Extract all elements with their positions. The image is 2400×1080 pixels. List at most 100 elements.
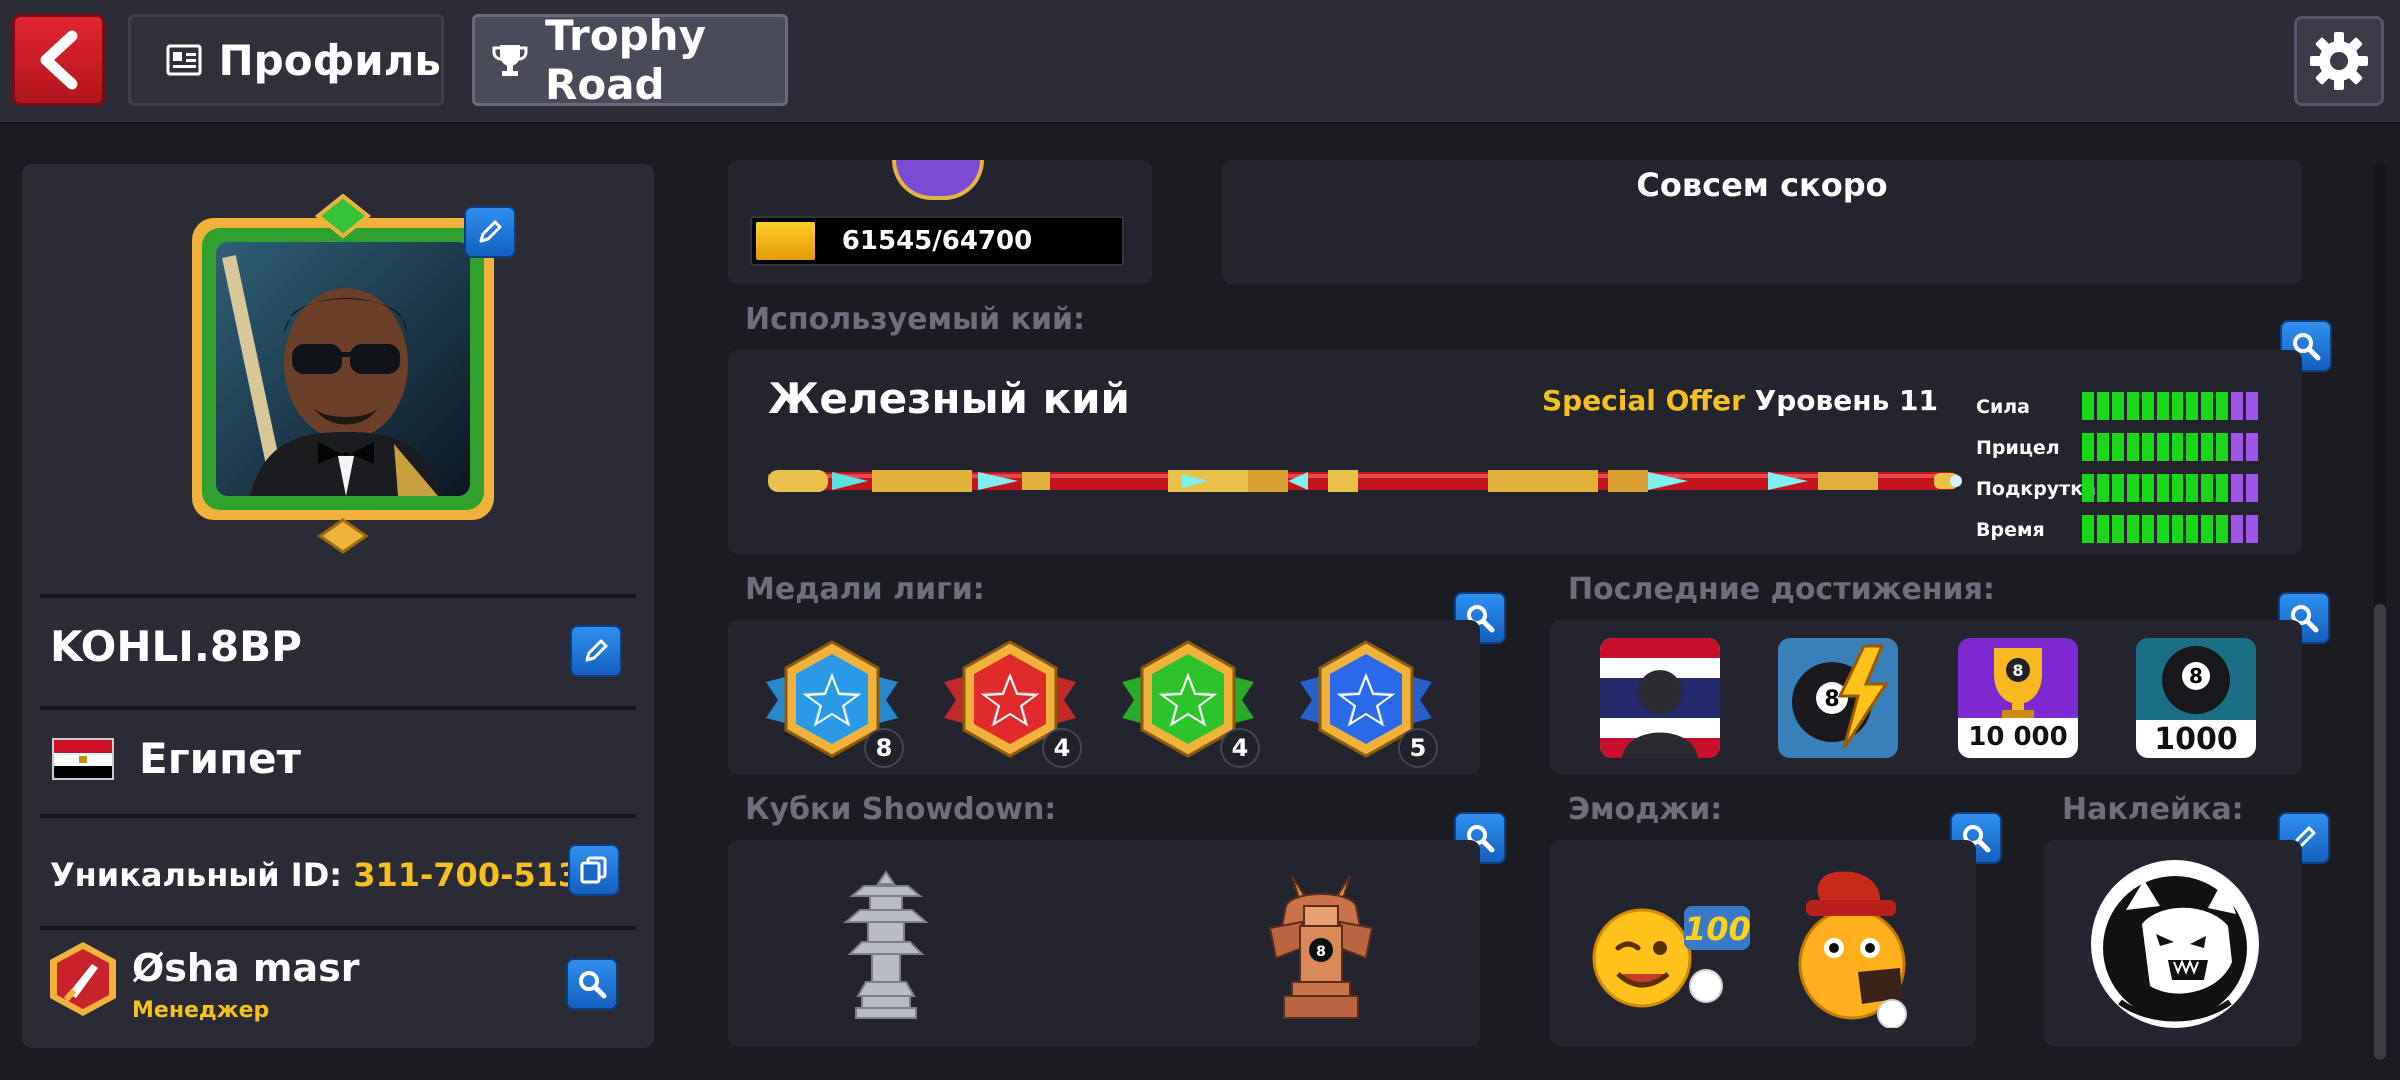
- samurai-trophy-icon[interactable]: 8: [1262, 872, 1380, 1022]
- stat-segment: [2156, 433, 2169, 461]
- stat-label: Подкрутка: [1976, 478, 2096, 500]
- stat-label: Время: [1976, 519, 2045, 541]
- username: KOHLI.8BP: [50, 622, 302, 671]
- stat-segment: [2171, 474, 2184, 502]
- stat-segment: [2141, 392, 2154, 420]
- profile-panel: KOHLI.8BP Египет Уникальный ID: 311-700-…: [22, 164, 654, 1048]
- tab-trophy-road[interactable]: Trophy Road: [472, 11, 788, 109]
- achievement-8-ball[interactable]: 8 1000: [2136, 638, 2256, 758]
- stat-segment-bonus: [2246, 433, 2259, 461]
- top-bar: Профиль Trophy Road: [0, 0, 2400, 124]
- stat-bar: [2082, 515, 2259, 543]
- tab-profile[interactable]: Профиль: [128, 14, 444, 106]
- stat-segment: [2082, 515, 2094, 543]
- club-emblem-icon: [48, 940, 118, 1022]
- back-arrow-icon: [40, 30, 77, 90]
- stat-segment: [2141, 474, 2154, 502]
- achievement-trophy-label: 10 000: [1968, 722, 2068, 752]
- gear-icon: [2310, 32, 2368, 90]
- achievement-thailand-flag-avatar[interactable]: [1600, 638, 1720, 758]
- medals-section-label: Медали лиги:: [745, 572, 985, 607]
- stat-segment: [2201, 392, 2214, 420]
- stat-bar: [2082, 392, 2259, 420]
- stat-segment: [2111, 392, 2124, 420]
- magnifier-icon: [579, 971, 607, 999]
- svg-text:8: 8: [2189, 664, 2203, 688]
- stat-segment: [2111, 433, 2124, 461]
- level-card: 61545/64700: [728, 160, 1152, 284]
- club-role: Менеджер: [132, 998, 270, 1023]
- divider: [40, 926, 636, 930]
- tab-trophy-road-label: Trophy Road: [545, 11, 706, 109]
- settings-button[interactable]: [2294, 16, 2384, 106]
- cue-card[interactable]: Железный кий Special Offer Уровень 11: [728, 350, 2302, 554]
- medal-count-badge: 8: [864, 728, 904, 768]
- club-name[interactable]: Øsha masr: [132, 946, 359, 990]
- stat-segment: [2096, 433, 2109, 461]
- scrollbar-thumb[interactable]: [2374, 604, 2386, 1060]
- stat-segment: [2171, 515, 2184, 543]
- coming-soon-card: Совсем скоро: [1222, 160, 2302, 284]
- svg-text:8: 8: [1316, 944, 1326, 960]
- pencil-icon: [479, 220, 502, 243]
- view-club-button[interactable]: [566, 958, 618, 1010]
- stat-bar: [2082, 474, 2259, 502]
- stat-segment: [2126, 392, 2139, 420]
- stat-segment: [2082, 433, 2094, 461]
- stat-segment: [2216, 392, 2229, 420]
- stat-segment: [2186, 515, 2199, 543]
- stat-segment: [2096, 392, 2109, 420]
- stat-segment-bonus: [2231, 433, 2244, 461]
- emoji-100-label: 100: [1684, 910, 1751, 948]
- stat-segment-bonus: [2246, 474, 2259, 502]
- stat-segment: [2141, 515, 2154, 543]
- stat-segment: [2216, 474, 2229, 502]
- medal-count-badge: 5: [1398, 728, 1438, 768]
- stat-segment: [2201, 474, 2214, 502]
- emoji-100-icon[interactable]: 100: [1588, 892, 1752, 1012]
- egypt-flag-icon: [52, 738, 114, 780]
- svg-text:8: 8: [1824, 687, 1839, 712]
- pagoda-trophy-icon[interactable]: [838, 870, 934, 1020]
- edit-avatar-button[interactable]: [464, 206, 516, 258]
- stat-segment: [2186, 392, 2199, 420]
- emoji-bomb-icon[interactable]: [1784, 868, 1924, 1028]
- divider: [40, 814, 636, 818]
- unique-id-label: Уникальный ID:: [50, 856, 343, 894]
- edit-username-button[interactable]: [570, 625, 622, 677]
- stat-label: Сила: [1976, 396, 2030, 418]
- country-name: Египет: [139, 734, 301, 783]
- panther-sticker-icon[interactable]: [2090, 852, 2260, 1034]
- copy-id-button[interactable]: [568, 844, 620, 896]
- cue-name: Железный кий: [768, 374, 1130, 423]
- level-badge-icon: [892, 160, 984, 200]
- stat-segment: [2216, 515, 2229, 543]
- back-button[interactable]: [12, 14, 105, 106]
- stat-segment: [2171, 392, 2184, 420]
- xp-bar: 61545/64700: [750, 216, 1124, 266]
- stat-segment: [2082, 392, 2094, 420]
- trophy-icon: [491, 41, 529, 79]
- stat-segment: [2201, 515, 2214, 543]
- stat-segment-bonus: [2231, 474, 2244, 502]
- copy-icon: [580, 856, 607, 884]
- stat-segment: [2111, 474, 2124, 502]
- sticker-section-label: Наклейка:: [2062, 792, 2244, 827]
- stat-segment: [2111, 515, 2124, 543]
- pencil-icon: [585, 639, 608, 662]
- stat-bar: [2082, 433, 2259, 461]
- stat-segment-bonus: [2246, 515, 2259, 543]
- stat-segment: [2126, 474, 2139, 502]
- showdown-section-label: Кубки Showdown:: [745, 792, 1057, 827]
- medal-count-badge: 4: [1042, 728, 1082, 768]
- stat-segment: [2216, 433, 2229, 461]
- achievement-lightning-8-ball[interactable]: 8: [1778, 638, 1898, 758]
- divider: [40, 706, 636, 710]
- special-offer-label: Special Offer: [1541, 384, 1745, 417]
- cue-level: Special Offer Уровень 11: [1542, 384, 1938, 417]
- stat-segment-bonus: [2231, 515, 2244, 543]
- achievement-trophy[interactable]: 8 10 000: [1958, 638, 2078, 758]
- stat-label: Прицел: [1976, 437, 2060, 459]
- cue-stick-image: [768, 470, 1962, 492]
- stat-segment: [2126, 433, 2139, 461]
